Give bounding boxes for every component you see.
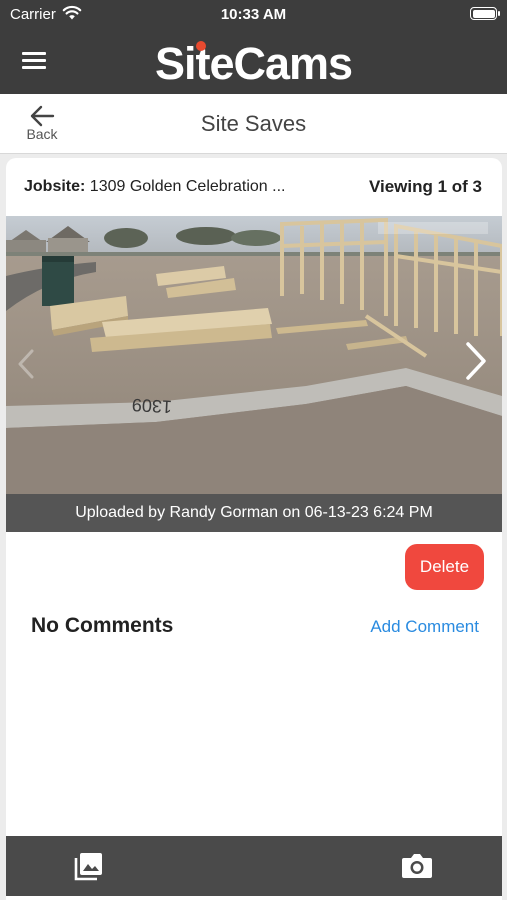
site-save-card: Jobsite: 1309 Golden Celebration ... Vie…: [6, 158, 502, 900]
top-bar: Carrier 10:33 AM SiteCams: [0, 0, 507, 94]
jobsite-value: 1309 Golden Celebration ...: [89, 178, 286, 195]
photo-overlay-text: 1309: [131, 395, 172, 417]
comments-heading: No Comments: [31, 614, 174, 637]
page-title: Site Saves: [200, 111, 307, 136]
photo-gallery-icon[interactable]: [73, 850, 105, 882]
status-bar: Carrier 10:33 AM: [0, 0, 507, 30]
status-time: 10:33 AM: [220, 6, 287, 23]
app-logo: SiteCams: [0, 38, 507, 90]
bottom-tab-bar: [6, 836, 502, 896]
viewing-counter: Viewing 1 of 3: [368, 177, 482, 196]
camera-icon[interactable]: [400, 850, 434, 882]
battery-icon: [470, 7, 500, 20]
chevron-right-icon[interactable]: [464, 341, 488, 381]
logo-text: SiteCams: [154, 38, 353, 89]
card-header: Jobsite: 1309 Golden Celebration ... Vie…: [6, 158, 502, 216]
add-comment-link[interactable]: Add Comment: [370, 617, 479, 637]
upload-caption: Uploaded by Randy Gorman on 06-13-23 6:2…: [6, 494, 502, 532]
chevron-left-icon[interactable]: [16, 349, 36, 379]
jobsite-label: Jobsite:: [24, 178, 86, 195]
jobsite-info: Jobsite: 1309 Golden Celebration ...: [24, 178, 285, 196]
site-photo[interactable]: 1309: [6, 216, 502, 494]
logo-dot: [196, 41, 206, 51]
delete-button[interactable]: Delete: [405, 544, 484, 590]
sub-header: Back Site Saves: [0, 94, 507, 154]
construction-site-image: 1309: [6, 216, 502, 494]
